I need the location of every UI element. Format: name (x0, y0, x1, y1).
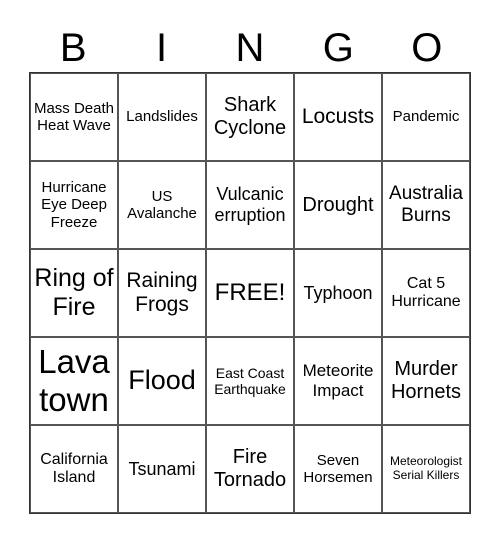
header-letter-i: I (156, 26, 168, 70)
free-space-cell[interactable]: FREE! (206, 249, 294, 337)
bingo-cell[interactable]: Vulcanic erruption (206, 161, 294, 249)
bingo-cell[interactable]: Shark Cyclone (206, 73, 294, 161)
header-letter-b: B (59, 26, 87, 70)
bingo-cell[interactable]: Locusts (294, 73, 382, 161)
bingo-cell[interactable]: Pandemic (382, 73, 470, 161)
bingo-cell[interactable]: Tsunami (118, 425, 206, 513)
bingo-header: B I N G O (29, 24, 471, 72)
bingo-cell[interactable]: Ring of Fire (30, 249, 118, 337)
bingo-cell[interactable]: Flood (118, 337, 206, 425)
bingo-cell[interactable]: Typhoon (294, 249, 382, 337)
bingo-cell[interactable]: Meteorologist Serial Killers (382, 425, 470, 513)
bingo-cell[interactable]: Landslides (118, 73, 206, 161)
bingo-cell[interactable]: Lava town (30, 337, 118, 425)
bingo-cell[interactable]: Cat 5 Hurricane (382, 249, 470, 337)
bingo-cell[interactable]: Fire Tornado (206, 425, 294, 513)
bingo-cell[interactable]: Hurricane Eye Deep Freeze (30, 161, 118, 249)
bingo-cell[interactable]: Drought (294, 161, 382, 249)
bingo-cell[interactable]: Meteorite Impact (294, 337, 382, 425)
bingo-cell[interactable]: California Island (30, 425, 118, 513)
bingo-cell[interactable]: Raining Frogs (118, 249, 206, 337)
bingo-cell[interactable]: Seven Horsemen (294, 425, 382, 513)
bingo-grid: Mass Death Heat Wave Landslides Shark Cy… (29, 72, 471, 514)
bingo-cell[interactable]: Murder Hornets (382, 337, 470, 425)
bingo-cell[interactable]: East Coast Earthquake (206, 337, 294, 425)
bingo-cell[interactable]: Australia Burns (382, 161, 470, 249)
header-letter-n: N (235, 26, 265, 70)
header-letter-g: G (322, 26, 354, 70)
header-letter-o: O (411, 26, 443, 70)
bingo-cell[interactable]: US Avalanche (118, 161, 206, 249)
bingo-cell[interactable]: Mass Death Heat Wave (30, 73, 118, 161)
